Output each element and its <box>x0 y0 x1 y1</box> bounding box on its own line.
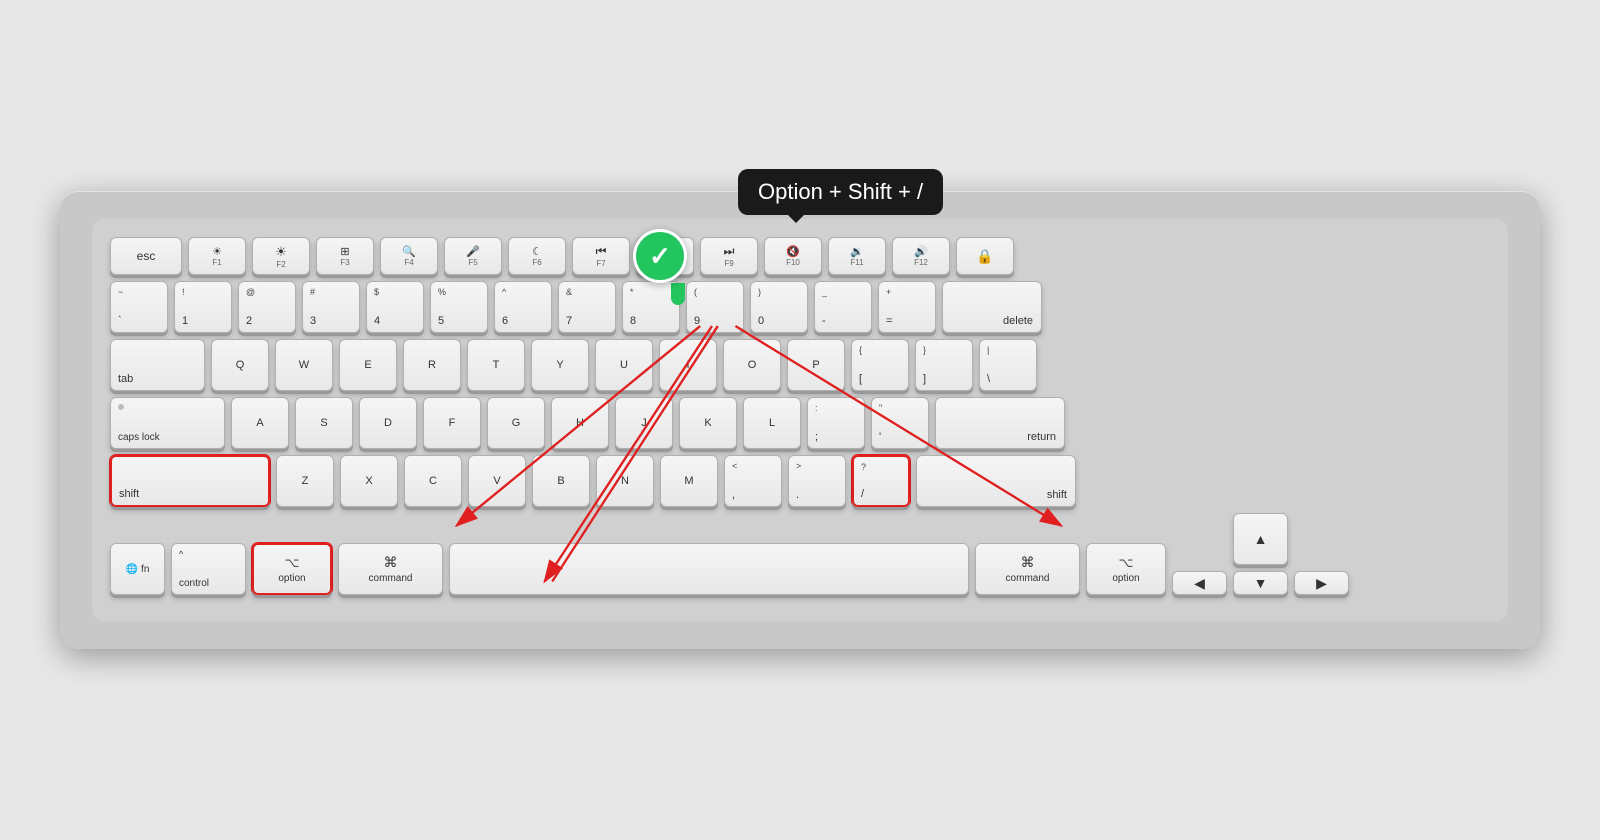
key-u[interactable]: U <box>595 339 653 391</box>
key-b[interactable]: B <box>532 455 590 507</box>
key-7[interactable]: &7 <box>558 281 616 333</box>
key-q[interactable]: Q <box>211 339 269 391</box>
checkmark-icon: ✓ <box>649 243 671 269</box>
key-arrow-down[interactable]: ▼ <box>1233 571 1288 595</box>
key-f9[interactable]: ⏭F9 <box>700 237 758 275</box>
key-delete[interactable]: delete <box>942 281 1042 333</box>
number-key-row: ~` !1 @2 #3 $4 %5 ^6 &7 *8 (9 )0 _- += d… <box>110 281 1490 333</box>
key-command-right[interactable]: ⌘command <box>975 543 1080 595</box>
key-5[interactable]: %5 <box>430 281 488 333</box>
key-h[interactable]: H <box>551 397 609 449</box>
key-6[interactable]: ^6 <box>494 281 552 333</box>
key-v[interactable]: V <box>468 455 526 507</box>
keyboard-wrapper: Option + Shift + / ✓ esc ☀F1 ☀F2 ⊞F3 🔍F4… <box>60 191 1540 649</box>
key-f[interactable]: F <box>423 397 481 449</box>
key-period[interactable]: >. <box>788 455 846 507</box>
key-w[interactable]: W <box>275 339 333 391</box>
key-4[interactable]: $4 <box>366 281 424 333</box>
key-n[interactable]: N <box>596 455 654 507</box>
key-quote[interactable]: "' <box>871 397 929 449</box>
key-shift-left[interactable]: shift <box>110 455 270 507</box>
key-x[interactable]: X <box>340 455 398 507</box>
key-f6[interactable]: ☾F6 <box>508 237 566 275</box>
qwerty-key-row: tab Q W E R T Y U I O P {[ }] |\ <box>110 339 1490 391</box>
arrow-top-row: ▲ <box>1172 513 1349 565</box>
key-esc[interactable]: esc <box>110 237 182 275</box>
key-m[interactable]: M <box>660 455 718 507</box>
key-t[interactable]: T <box>467 339 525 391</box>
key-a[interactable]: A <box>231 397 289 449</box>
key-f7[interactable]: ⏮F7 <box>572 237 630 275</box>
key-capslock[interactable]: caps lock <box>110 397 225 449</box>
key-r[interactable]: R <box>403 339 461 391</box>
key-y[interactable]: Y <box>531 339 589 391</box>
key-s[interactable]: S <box>295 397 353 449</box>
key-backslash[interactable]: |\ <box>979 339 1037 391</box>
key-f3[interactable]: ⊞F3 <box>316 237 374 275</box>
shift-key-row: shift Z X C V B N M <, >. ?/ shift <box>110 455 1490 507</box>
key-9[interactable]: (9 <box>686 281 744 333</box>
key-slash[interactable]: ?/ <box>852 455 910 507</box>
key-shift-right[interactable]: shift <box>916 455 1076 507</box>
key-tab[interactable]: tab <box>110 339 205 391</box>
check-pointer <box>671 283 685 305</box>
key-equals[interactable]: += <box>878 281 936 333</box>
key-arrow-right[interactable]: ▶ <box>1294 571 1349 595</box>
key-p[interactable]: P <box>787 339 845 391</box>
key-semicolon[interactable]: :; <box>807 397 865 449</box>
key-f12[interactable]: 🔊F12 <box>892 237 950 275</box>
key-f4[interactable]: 🔍F4 <box>380 237 438 275</box>
key-1[interactable]: !1 <box>174 281 232 333</box>
key-space[interactable] <box>449 543 969 595</box>
key-f2[interactable]: ☀F2 <box>252 237 310 275</box>
key-f5[interactable]: 🎤F5 <box>444 237 502 275</box>
key-bracket-right[interactable]: }] <box>915 339 973 391</box>
key-option-right[interactable]: ⌥option <box>1086 543 1166 595</box>
key-f10[interactable]: 🔇F10 <box>764 237 822 275</box>
tooltip-bubble: Option + Shift + / <box>738 169 943 215</box>
key-arrow-left[interactable]: ◀ <box>1172 571 1227 595</box>
key-arrow-up[interactable]: ▲ <box>1233 513 1288 565</box>
key-minus[interactable]: _- <box>814 281 872 333</box>
key-3[interactable]: #3 <box>302 281 360 333</box>
key-return[interactable]: return <box>935 397 1065 449</box>
key-d[interactable]: D <box>359 397 417 449</box>
key-j[interactable]: J <box>615 397 673 449</box>
key-bracket-left[interactable]: {[ <box>851 339 909 391</box>
key-g[interactable]: G <box>487 397 545 449</box>
key-c[interactable]: C <box>404 455 462 507</box>
key-f1[interactable]: ☀F1 <box>188 237 246 275</box>
key-option-left[interactable]: ⌥option <box>252 543 332 595</box>
arrow-key-cluster: ▲ ◀ ▼ ▶ <box>1172 513 1349 595</box>
key-comma[interactable]: <, <box>724 455 782 507</box>
key-2[interactable]: @2 <box>238 281 296 333</box>
key-command-left[interactable]: ⌘command <box>338 543 443 595</box>
modifier-key-row: 🌐fn ^control ⌥option ⌘command ⌘command ⌥… <box>110 513 1490 595</box>
key-z[interactable]: Z <box>276 455 334 507</box>
fn-key-row: esc ☀F1 ☀F2 ⊞F3 🔍F4 🎤F5 ☾F6 ⏮F7 ⏯F8 ⏭F9 … <box>110 237 1490 275</box>
key-control[interactable]: ^control <box>171 543 246 595</box>
key-k[interactable]: K <box>679 397 737 449</box>
check-badge: ✓ <box>633 229 687 283</box>
key-l[interactable]: L <box>743 397 801 449</box>
key-0[interactable]: )0 <box>750 281 808 333</box>
keyboard-inner: esc ☀F1 ☀F2 ⊞F3 🔍F4 🎤F5 ☾F6 ⏮F7 ⏯F8 ⏭F9 … <box>92 219 1508 621</box>
key-o[interactable]: O <box>723 339 781 391</box>
key-tilde[interactable]: ~` <box>110 281 168 333</box>
home-key-row: caps lock A S D F G H J K L :; "' return <box>110 397 1490 449</box>
key-lock[interactable]: 🔒 <box>956 237 1014 275</box>
tooltip-text: Option + Shift + / <box>758 179 923 204</box>
key-fn[interactable]: 🌐fn <box>110 543 165 595</box>
key-e[interactable]: E <box>339 339 397 391</box>
key-f11[interactable]: 🔉F11 <box>828 237 886 275</box>
arrow-bottom-row: ◀ ▼ ▶ <box>1172 571 1349 595</box>
key-i[interactable]: I <box>659 339 717 391</box>
